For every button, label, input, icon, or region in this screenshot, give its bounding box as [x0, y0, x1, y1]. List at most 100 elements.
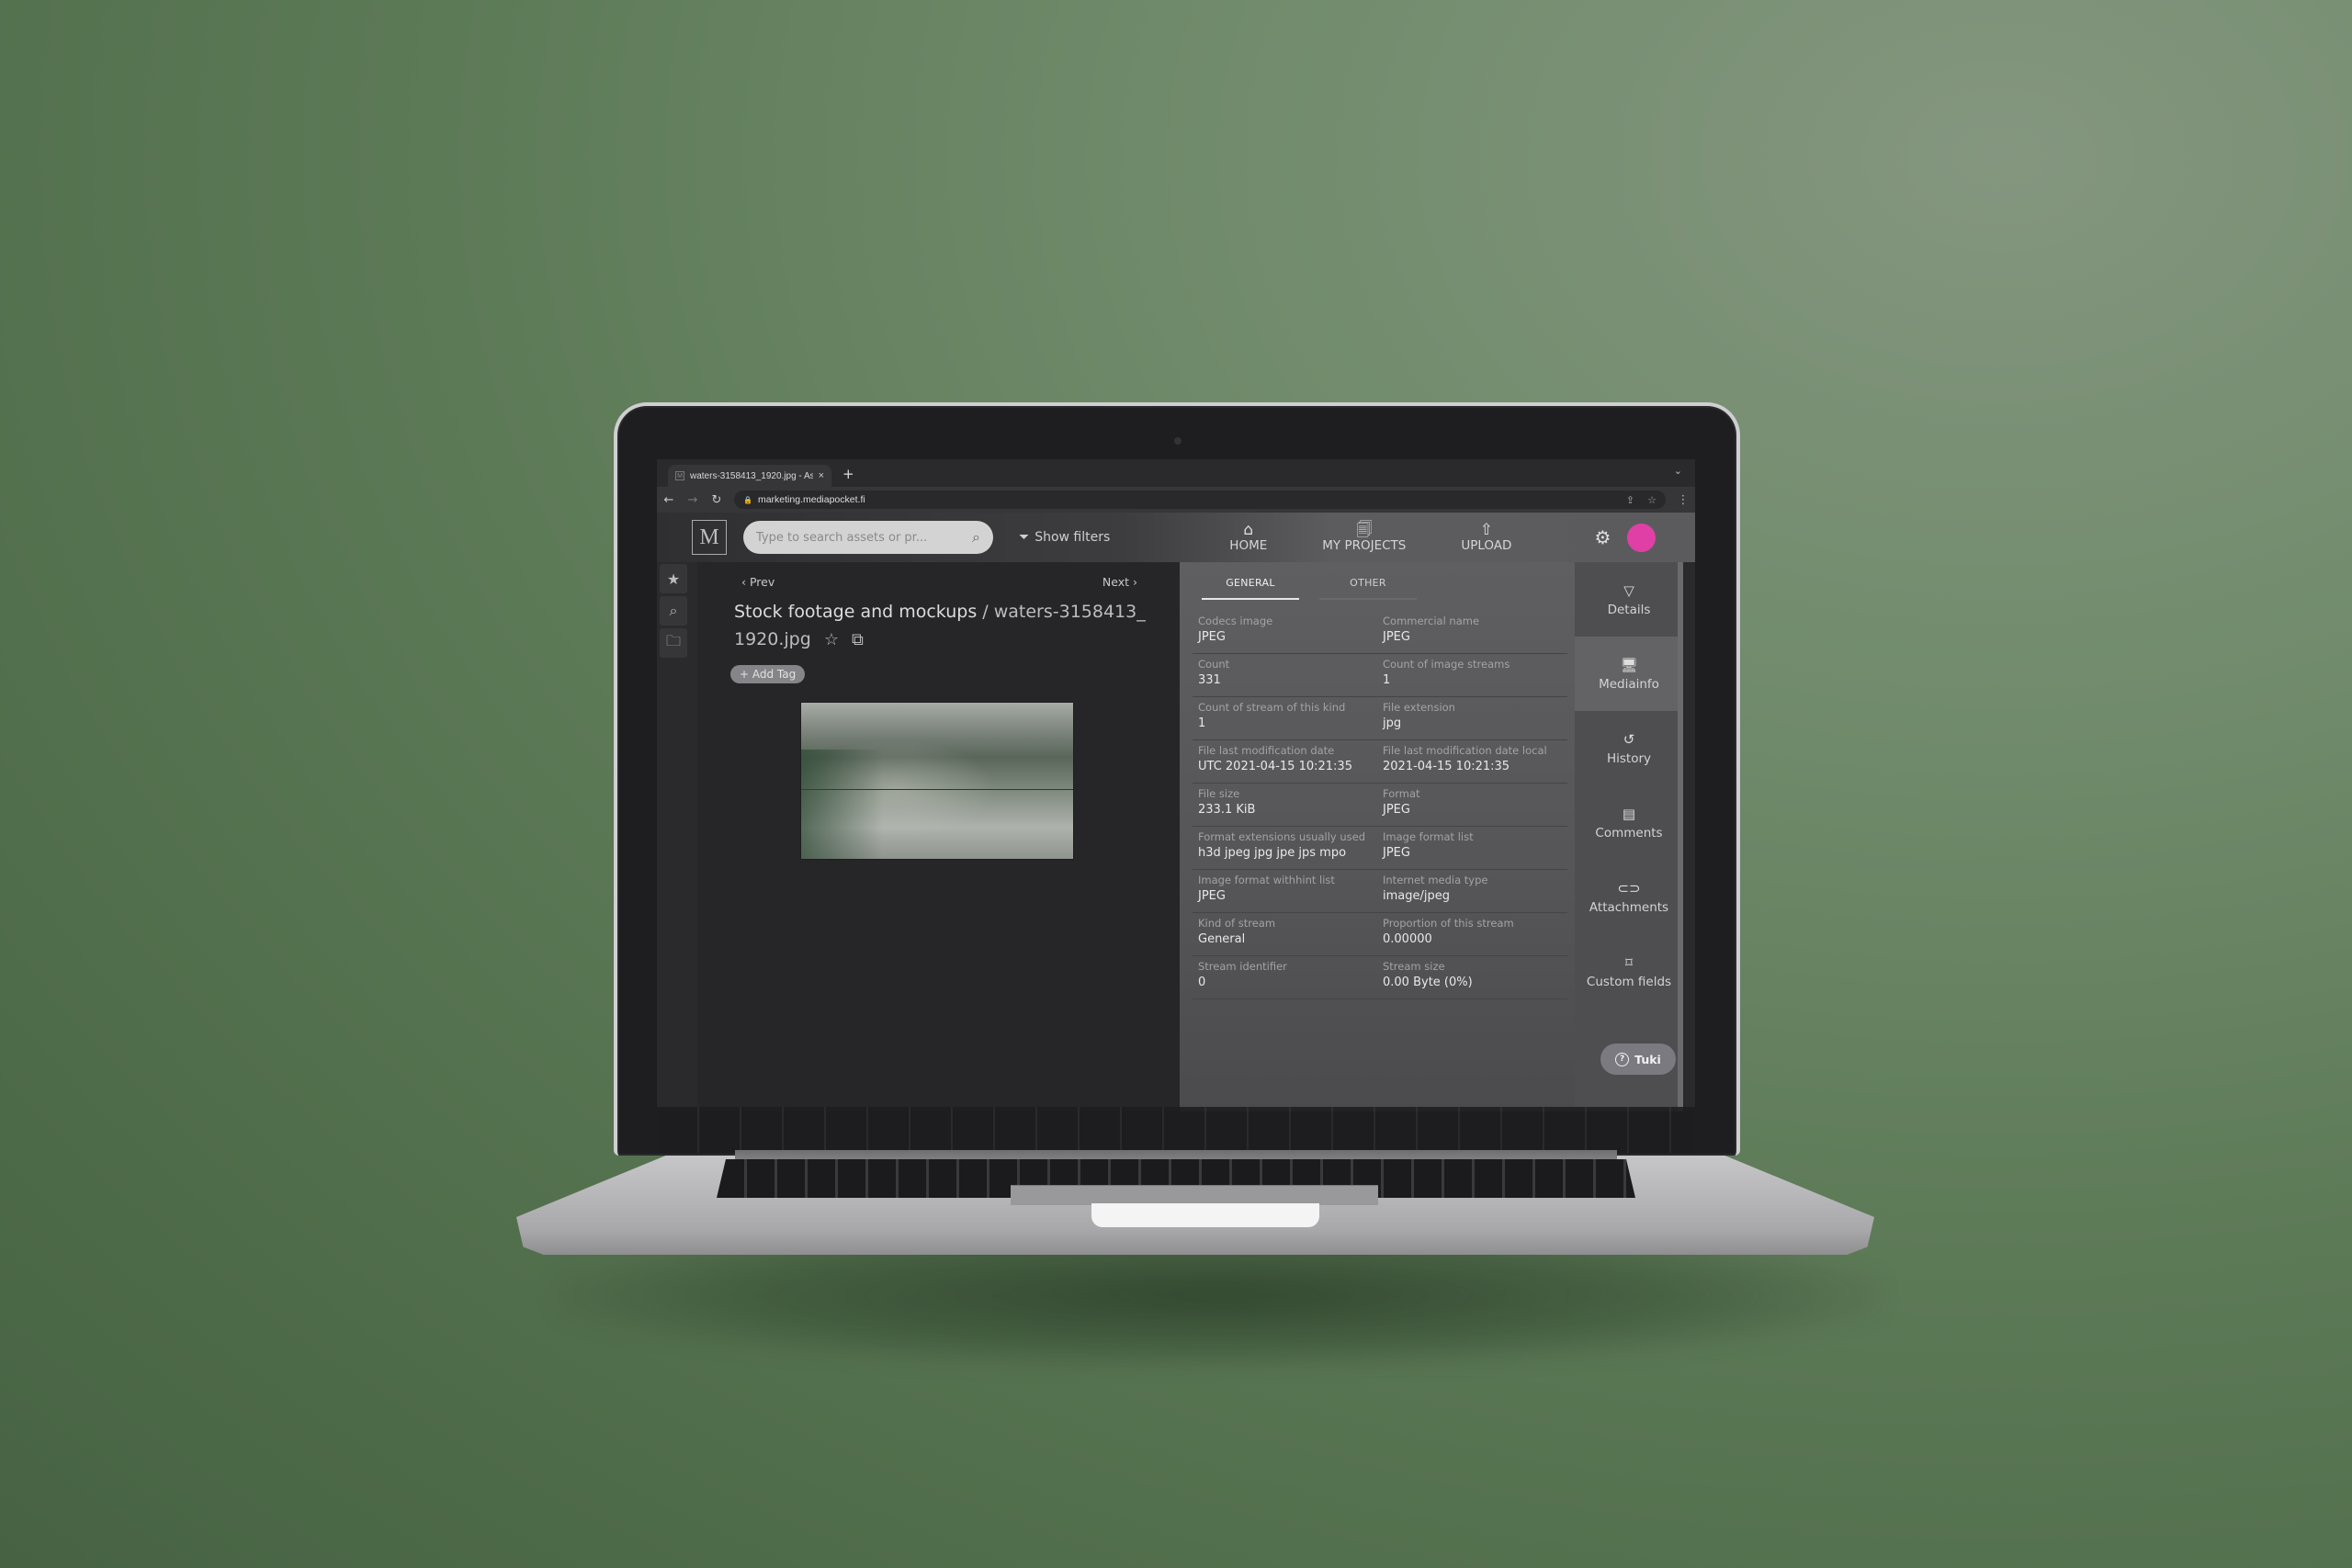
rail-collections-button[interactable]: 🗀 [660, 628, 687, 658]
mediainfo-field: File size 233.1 KiB [1198, 787, 1383, 822]
sidetab-label: Custom fields [1586, 974, 1672, 989]
filter-funnel-icon: ⏷ [1019, 530, 1030, 545]
history-icon: ↺ [1623, 730, 1635, 748]
sidetab-label: Attachments [1589, 899, 1669, 915]
mediainfo-field: Stream size 0.00 Byte (0%) [1383, 960, 1567, 995]
add-tag-button[interactable]: + Add Tag [730, 665, 806, 683]
prev-label: Prev [749, 575, 775, 589]
reload-button[interactable]: ↻ [710, 493, 723, 507]
sidetab-label: Details [1607, 602, 1651, 617]
forward-button[interactable]: → [686, 493, 699, 507]
field-label: Format extensions usually used [1198, 830, 1366, 843]
nav-home-label: HOME [1229, 538, 1268, 553]
sidetab-attachments[interactable]: ⊂⊃ Attachments [1575, 860, 1683, 934]
field-label: Count of stream of this kind [1198, 701, 1346, 714]
help-question-icon: ? [1615, 1052, 1630, 1066]
app-body: ★ ⌕ 🗀 ‹ Prev Next › Stock footage and mo… [657, 562, 1695, 1111]
add-to-project-icon[interactable]: ⧉ [852, 630, 864, 649]
rail-search-button[interactable]: ⌕ [660, 596, 687, 626]
mediainfo-field: Commercial name JPEG [1383, 615, 1567, 649]
url-text[interactable]: marketing.mediapocket.fi [758, 494, 1613, 505]
upload-icon: ⇧ [1479, 521, 1494, 539]
asset-preview-image[interactable] [800, 702, 1074, 860]
custom-fields-tag-icon: ⌑ [1625, 953, 1633, 971]
tab-general[interactable]: GENERAL [1202, 577, 1299, 600]
browser-menu-icon[interactable]: ⋮ [1677, 493, 1690, 507]
nav-my-projects[interactable]: 🗐 MY PROJECTS [1295, 522, 1433, 553]
tab-search-chevron-icon[interactable]: ⌄ [1674, 465, 1682, 477]
field-label: Image format list [1383, 830, 1474, 843]
field-value: JPEG [1198, 630, 1226, 644]
field-label: File size [1198, 787, 1240, 800]
settings-gear-icon[interactable]: ⚙ [1594, 526, 1611, 548]
browser-tab[interactable]: M waters-3158413_1920.jpg - As × [668, 465, 831, 487]
field-label: Format [1383, 787, 1420, 800]
nav-home[interactable]: ⌂ HOME [1202, 522, 1295, 553]
sidetab-custom-fields[interactable]: ⌑ Custom fields [1575, 934, 1683, 1009]
mediainfo-row: File last modification date UTC 2021-04-1… [1193, 740, 1567, 784]
field-value: jpg [1383, 716, 1402, 730]
details-funnel-icon: ▽ [1623, 581, 1634, 599]
webcam [1174, 437, 1182, 445]
star-icon: ★ [666, 570, 681, 588]
mediainfo-field: Image format withhint list JPEG [1198, 874, 1383, 908]
tab-bar: M waters-3158413_1920.jpg - As × + ⌄ [657, 459, 1695, 487]
attachments-paperclip-icon: ⊂⊃ [1617, 879, 1641, 897]
field-label: Internet media type [1383, 874, 1488, 886]
field-label: Kind of stream [1198, 917, 1276, 930]
close-tab-icon[interactable]: × [819, 470, 824, 481]
back-button[interactable]: ← [662, 493, 675, 507]
sidetab-details[interactable]: ▽ Details [1575, 562, 1683, 637]
show-filters-button[interactable]: ⏷ Show filters [1019, 530, 1110, 545]
field-value: General [1198, 932, 1246, 946]
nav-my-projects-label: MY PROJECTS [1322, 538, 1407, 553]
mediainfo-monitor-icon: 🖥 [1620, 656, 1638, 673]
new-tab-button[interactable]: + [842, 466, 854, 482]
share-icon[interactable]: ⇪ [1626, 494, 1634, 506]
folder-icon: 🗀 [665, 631, 681, 649]
mediainfo-field: File extension jpg [1383, 701, 1567, 736]
support-tuki-button[interactable]: ? Tuki [1600, 1043, 1676, 1075]
page-scrollbar[interactable] [1678, 562, 1683, 1111]
next-button[interactable]: Next › [1102, 575, 1137, 589]
user-avatar[interactable] [1627, 523, 1657, 552]
field-label: Stream identifier [1198, 960, 1287, 973]
chevron-right-icon: › [1133, 575, 1137, 589]
rail-favorites-button[interactable]: ★ [660, 564, 687, 593]
search-box[interactable]: ⌕ [743, 521, 993, 554]
breadcrumb-folder-link[interactable]: Stock footage and mockups [734, 602, 977, 622]
search-icon[interactable]: ⌕ [972, 528, 980, 547]
sidetab-label: Comments [1595, 825, 1663, 840]
mediainfo-field: Count of stream of this kind 1 [1198, 701, 1383, 736]
mediainfo-field: Internet media type image/jpeg [1383, 874, 1567, 908]
mediainfo-row: Count 331 Count of image streams 1 [1193, 654, 1567, 697]
mediainfo-panel: GENERAL OTHER Codecs image JPEG Commercial… [1180, 562, 1575, 1111]
favorite-star-icon[interactable]: ☆ [824, 630, 839, 649]
mediainfo-field: File last modification date local 2021-04… [1383, 744, 1567, 779]
search-icon: ⌕ [669, 602, 678, 619]
nav-upload-label: UPLOAD [1461, 538, 1512, 553]
sidetab-history[interactable]: ↺ History [1575, 711, 1683, 785]
mediainfo-row: Format extensions usually used h3d jpeg j… [1193, 827, 1567, 870]
field-value: JPEG [1383, 846, 1410, 860]
mediapocket-logo[interactable]: M [692, 520, 727, 555]
field-value: JPEG [1198, 889, 1226, 903]
mediainfo-row: Count of stream of this kind 1 File extens… [1193, 697, 1567, 740]
bookmark-star-icon[interactable]: ☆ [1647, 494, 1657, 506]
url-bar[interactable]: 🔒 marketing.mediapocket.fi ⇪ ☆ [734, 491, 1666, 509]
sidetab-label: History [1606, 750, 1652, 766]
show-filters-label: Show filters [1035, 530, 1111, 545]
mediainfo-row: Kind of stream General Proportion of this … [1193, 913, 1567, 956]
nav-upload[interactable]: ⇧ UPLOAD [1433, 522, 1539, 553]
search-input[interactable] [756, 530, 958, 545]
sidetab-mediainfo[interactable]: 🖥 Mediainfo [1575, 637, 1683, 711]
tab-other[interactable]: OTHER [1319, 577, 1417, 600]
mediainfo-field: Image format list JPEG [1383, 830, 1567, 865]
field-value: 331 [1198, 673, 1221, 687]
detail-side-tabs: ▽ Details 🖥 Mediainfo ↺ History ▤ Comments ⊂⊃ Att… [1575, 562, 1683, 1111]
prev-button[interactable]: ‹ Prev [741, 575, 775, 589]
support-label: Tuki [1634, 1052, 1661, 1066]
field-value: UTC 2021-04-15 10:21:35 [1198, 760, 1352, 773]
field-value: h3d jpeg jpg jpe jps mpo [1198, 846, 1347, 860]
sidetab-comments[interactable]: ▤ Comments [1575, 785, 1683, 860]
